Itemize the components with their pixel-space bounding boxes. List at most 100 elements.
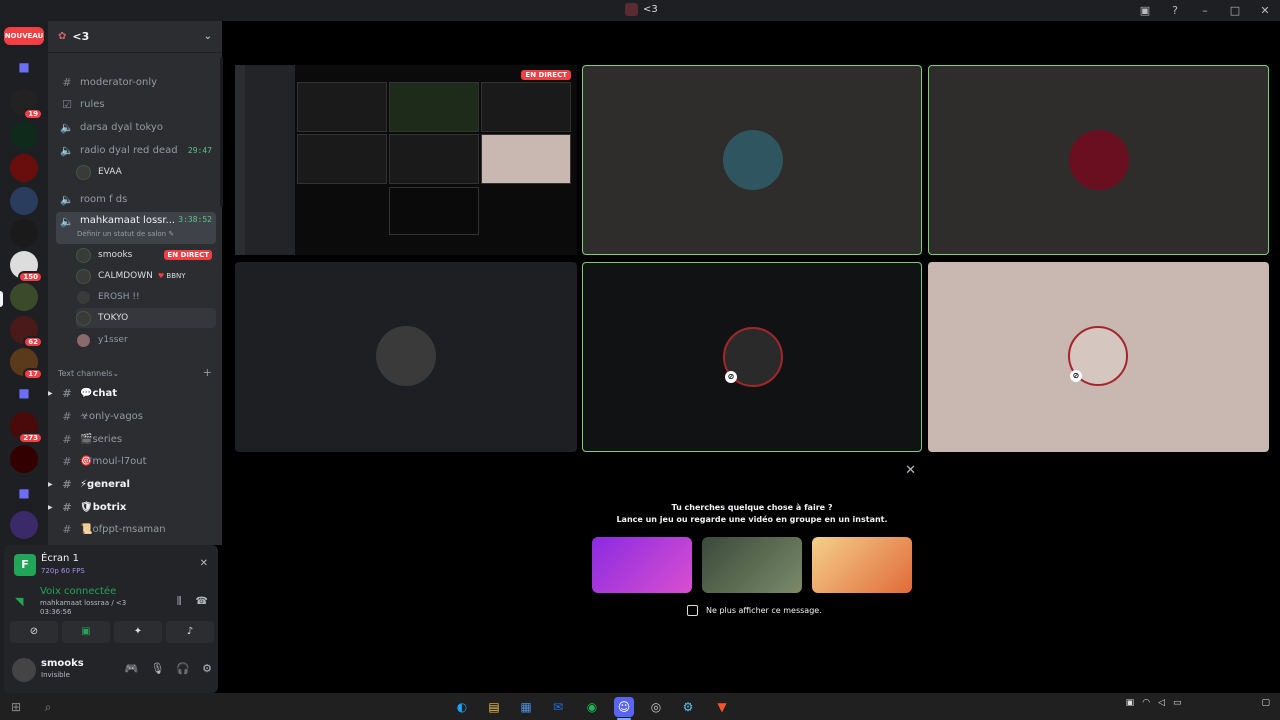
close-icon[interactable]: ✕ bbox=[905, 463, 916, 478]
close-button[interactable]: ✕ bbox=[1250, 4, 1280, 17]
outlook-icon[interactable]: ✉ bbox=[548, 697, 568, 717]
channel-moul-l7out[interactable]: # 🎯 moul-l7out bbox=[56, 451, 216, 471]
game-activity-icon[interactable]: 🎮 bbox=[125, 662, 139, 675]
channel-darsa-dyal-tokyo[interactable]: 🔈 darsa dyal tokyo bbox=[56, 117, 216, 137]
channel-general[interactable]: ▶ # ⚡ general bbox=[48, 474, 216, 494]
start-icon[interactable]: ⊞ bbox=[6, 697, 26, 717]
server-icon[interactable]: 273 bbox=[10, 412, 43, 444]
channel-mahkamaat-lossraa[interactable]: 🔈 mahkamaat lossr... 3:38:52 bbox=[56, 212, 216, 244]
channel-room-f-ds[interactable]: 🔈 room f ds bbox=[56, 189, 216, 209]
avatar bbox=[76, 268, 91, 284]
checkbox[interactable] bbox=[687, 605, 698, 616]
chevron-down-icon[interactable]: ⌄ bbox=[204, 31, 212, 42]
noise-suppression-icon[interactable]: ⫼ bbox=[177, 596, 182, 607]
channel-moderator-only[interactable]: # moderator-only bbox=[56, 72, 216, 92]
channel-botrix[interactable]: ▶ # 🛡 botrix bbox=[48, 497, 216, 517]
stream-preview-tile[interactable]: EN DIRECT bbox=[235, 65, 577, 255]
server-icon[interactable] bbox=[10, 511, 38, 539]
minimize-button[interactable]: – bbox=[1190, 4, 1220, 17]
discord-icon[interactable]: ☺ bbox=[614, 697, 634, 717]
screen-share-button[interactable]: ▣ bbox=[62, 621, 110, 643]
folder-icon[interactable]: ■ bbox=[10, 379, 38, 407]
server-icon[interactable] bbox=[10, 445, 38, 473]
server-icon[interactable] bbox=[10, 187, 38, 215]
disconnect-icon[interactable]: ☎ bbox=[196, 596, 208, 607]
inbox-icon[interactable]: ▣ bbox=[1130, 4, 1160, 17]
channel-status-prompt[interactable]: Définir un statut de salon ✎ bbox=[77, 230, 174, 238]
tray-app-icon[interactable]: ▣ bbox=[1126, 698, 1135, 708]
voice-channel-name[interactable]: mahkamaat lossraa / <3 bbox=[40, 599, 126, 607]
edge-browser-icon[interactable]: ◐ bbox=[452, 697, 472, 717]
channel-emoji: 📜 bbox=[80, 523, 93, 535]
channel-emoji: 🎯 bbox=[80, 455, 93, 467]
spotify-icon[interactable]: ◉ bbox=[582, 697, 602, 717]
server-icon-selected[interactable] bbox=[10, 283, 38, 311]
microphone-icon[interactable]: 🎙 bbox=[150, 662, 164, 675]
hash-icon: # bbox=[62, 454, 72, 468]
channel-rules[interactable]: ☑ rules bbox=[56, 94, 216, 114]
channel-radio-dyal-red-dead[interactable]: 🔈 radio dyal red dead 29:47 bbox=[56, 140, 216, 160]
mention-badge: 150 bbox=[18, 271, 43, 283]
activity-suggestion: ✕ Tu cherches quelque chose à faire ? La… bbox=[582, 455, 922, 651]
volume-icon[interactable]: ◁ bbox=[1158, 698, 1165, 708]
brave-browser-icon[interactable]: ▼ bbox=[712, 697, 732, 717]
channel-emoji: 🎬 bbox=[80, 433, 93, 445]
voice-member-y1sser[interactable]: y1sser bbox=[76, 330, 216, 350]
server-icon[interactable] bbox=[10, 121, 38, 149]
steam-icon[interactable]: ⚙ bbox=[678, 697, 698, 717]
participant-tile[interactable]: ⊘ bbox=[928, 262, 1269, 452]
server-header[interactable]: ✿ <3 ⌄ bbox=[48, 21, 222, 53]
channel-series[interactable]: # 🎬 series bbox=[56, 429, 216, 449]
participant-tile[interactable] bbox=[582, 65, 922, 255]
hash-icon: # bbox=[62, 522, 72, 536]
wifi-icon[interactable]: ◠ bbox=[1142, 698, 1150, 708]
game-card-block-puzzle[interactable] bbox=[592, 537, 692, 593]
headphones-icon[interactable]: 🎧 bbox=[176, 662, 190, 675]
window-title: <3 bbox=[625, 3, 658, 16]
avatar[interactable] bbox=[12, 658, 36, 682]
channel-label: only-vagos bbox=[88, 410, 144, 422]
store-icon[interactable]: ▦ bbox=[516, 697, 536, 717]
channel-chat[interactable]: ▶ # 💬 chat bbox=[48, 383, 216, 403]
overlay-app-icon[interactable]: ◎ bbox=[646, 697, 666, 717]
channel-ofppt-msaman[interactable]: # 📜 ofppt-msaman bbox=[56, 519, 216, 539]
game-card-bobble-league[interactable] bbox=[812, 537, 912, 593]
camera-off-button[interactable]: ⊘ bbox=[10, 621, 58, 643]
voice-member[interactable]: EVAA bbox=[76, 162, 216, 182]
server-icon[interactable]: 19 bbox=[10, 88, 43, 120]
help-icon[interactable]: ? bbox=[1160, 4, 1190, 17]
activities-button[interactable]: ✦ bbox=[114, 621, 162, 643]
activity-subline: Lance un jeu ou regarde une vidéo en gro… bbox=[616, 515, 888, 524]
category-text-channels[interactable]: Text channels ⌄ + bbox=[58, 367, 212, 378]
channel-only-vagos[interactable]: # ☣ only-vagos bbox=[56, 406, 216, 426]
participant-tile[interactable] bbox=[235, 262, 577, 452]
notification-icon[interactable]: ▢ bbox=[1261, 698, 1270, 708]
game-card-hex-puzzle[interactable] bbox=[702, 537, 802, 593]
settings-gear-icon[interactable]: ⚙ bbox=[202, 662, 212, 675]
stop-stream-icon[interactable]: ✕ bbox=[200, 558, 208, 569]
file-explorer-icon[interactable]: ▤ bbox=[484, 697, 504, 717]
battery-icon[interactable]: ▭ bbox=[1173, 698, 1182, 708]
server-icon[interactable] bbox=[10, 219, 38, 247]
voice-member-tokyo[interactable]: TOKYO bbox=[76, 308, 216, 328]
soundboard-button[interactable]: ♪ bbox=[166, 621, 214, 643]
avatar bbox=[76, 247, 91, 263]
search-icon[interactable]: ⌕ bbox=[38, 697, 58, 717]
voice-member-calmdown[interactable]: CALMDOWN ♥ BBNY bbox=[76, 266, 216, 286]
dont-show-again[interactable]: Ne plus afficher ce message. bbox=[687, 605, 822, 616]
voice-status[interactable]: Voix connectée bbox=[40, 586, 116, 597]
add-channel-icon[interactable]: + bbox=[203, 367, 212, 378]
server-icon[interactable]: 62 bbox=[10, 316, 43, 348]
new-badge[interactable]: NOUVEAU bbox=[4, 27, 44, 45]
voice-member-erosh[interactable]: EROSH !! bbox=[76, 287, 216, 307]
participant-tile[interactable]: ⊘ bbox=[582, 262, 922, 452]
folder-icon[interactable]: ■ bbox=[10, 53, 38, 81]
maximize-button[interactable]: □ bbox=[1220, 4, 1250, 17]
server-icon[interactable]: 17 bbox=[10, 348, 43, 380]
voice-member-smooks[interactable]: smooks EN DIRECT bbox=[76, 245, 216, 265]
server-icon[interactable] bbox=[10, 154, 38, 182]
participant-tile[interactable] bbox=[928, 65, 1269, 255]
server-icon[interactable]: 150 bbox=[10, 251, 43, 283]
folder-icon[interactable]: ■ bbox=[10, 479, 38, 507]
user-name[interactable]: smooks bbox=[41, 658, 84, 669]
